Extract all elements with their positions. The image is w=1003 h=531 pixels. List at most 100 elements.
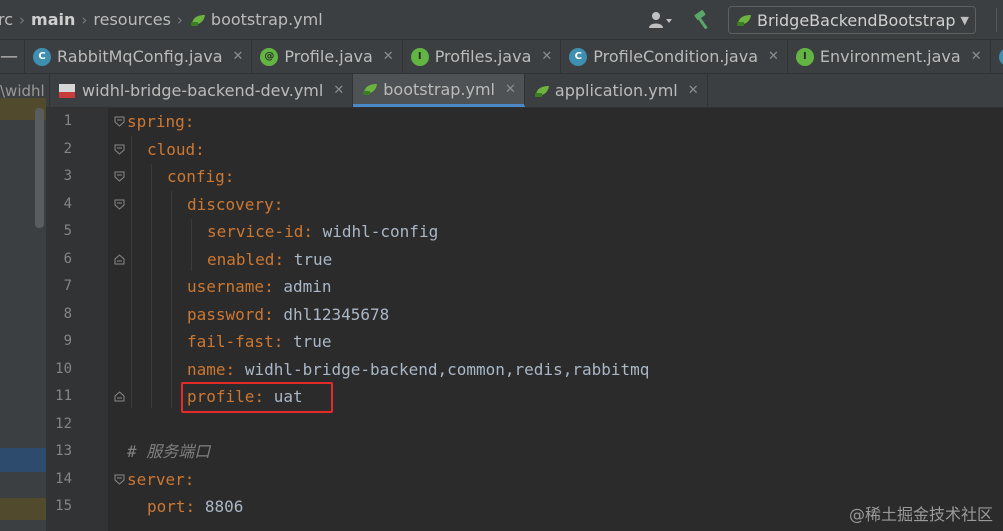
spring-leaf-icon xyxy=(534,85,549,97)
close-icon[interactable]: ✕ xyxy=(688,83,699,98)
yaml-colon: : xyxy=(224,167,235,186)
line-number: 5 xyxy=(63,223,72,239)
fold-close-icon[interactable] xyxy=(114,391,125,402)
yaml-key: enabled xyxy=(207,249,275,269)
breadcrumb-item-main[interactable]: main xyxy=(31,10,75,29)
close-icon[interactable]: ✕ xyxy=(768,49,779,64)
fold-open-icon[interactable] xyxy=(114,199,125,210)
tab-profilecondition[interactable]: C ProfileCondition.java ✕ xyxy=(561,40,788,73)
code-line: # 服务端口 xyxy=(127,438,210,466)
fold-open-icon[interactable] xyxy=(114,116,125,127)
fold-open-icon[interactable] xyxy=(114,144,125,155)
build-hammer-icon[interactable] xyxy=(692,9,714,31)
line-number: 7 xyxy=(63,278,72,294)
tab-label: ProfileCondition.java xyxy=(593,47,759,66)
close-icon[interactable]: ✕ xyxy=(971,49,982,64)
breadcrumb-item-file[interactable]: bootstrap.yml xyxy=(211,10,323,29)
yaml-colon: : xyxy=(264,277,274,296)
watermark: @稀土掘金技术社区 xyxy=(848,505,993,524)
line-number: 13 xyxy=(55,443,72,459)
hide-panel-button[interactable]: — xyxy=(0,40,25,73)
breadcrumb-separator: › xyxy=(19,10,26,29)
line-number: 9 xyxy=(63,333,72,349)
yaml-value: admin xyxy=(283,277,332,296)
close-icon[interactable]: ✕ xyxy=(383,49,394,64)
project-row-highlight xyxy=(0,498,46,520)
yaml-colon: : xyxy=(184,469,195,489)
tab-bootstrap[interactable]: bootstrap.yml ✕ xyxy=(353,74,525,107)
annotation-icon: @ xyxy=(260,47,279,66)
editor-tabs-row-1: — C RabbitMqConfig.java ✕ @ Profile.java… xyxy=(0,40,1003,74)
yaml-value: 8806 xyxy=(204,497,244,516)
tab-application[interactable]: application.yml ✕ xyxy=(525,74,708,107)
yaml-key: spring xyxy=(127,112,185,131)
line-number: 15 xyxy=(55,498,72,514)
fold-open-icon[interactable] xyxy=(114,474,125,485)
code-line: spring: xyxy=(127,108,194,136)
yaml-value: widhl-config xyxy=(322,222,439,241)
yaml-colon: : xyxy=(225,359,236,379)
editor-tabs-row-2: \widhl widhl-bridge-backend-dev.yml ✕ bo… xyxy=(0,74,1003,108)
line-number: 3 xyxy=(63,168,72,184)
line-number: 10 xyxy=(55,360,72,377)
close-icon[interactable]: ✕ xyxy=(541,49,552,64)
tab-label: RabbitMqConfig.java xyxy=(57,47,223,66)
yaml-key: port xyxy=(147,497,186,516)
tab-rabbitmqconfig[interactable]: C RabbitMqConfig.java ✕ xyxy=(25,40,253,73)
tab-profiles[interactable]: I Profiles.java ✕ xyxy=(403,40,562,73)
tab-label: Environment.java xyxy=(819,47,961,66)
yaml-key: username xyxy=(187,277,265,296)
code-line: cloud: xyxy=(147,136,205,164)
line-number: 6 xyxy=(63,250,72,267)
tab-ab[interactable]: C Ab xyxy=(991,40,1003,73)
tab-label: application.yml xyxy=(554,81,678,100)
code-comment: # 服务端口 xyxy=(127,442,211,461)
line-number: 1 xyxy=(63,113,72,129)
yaml-value: widhl-bridge-backend,common,redis,rabbit… xyxy=(244,359,650,379)
line-number: 12 xyxy=(55,415,72,432)
yaml-colon: : xyxy=(273,332,284,351)
code-line: config: xyxy=(167,163,234,191)
breadcrumb-item-src[interactable]: rc xyxy=(0,10,13,29)
close-icon[interactable]: ✕ xyxy=(333,83,344,98)
line-number: 2 xyxy=(63,140,72,157)
close-icon[interactable]: ✕ xyxy=(505,82,516,97)
code-line: enabled: true xyxy=(207,246,332,274)
project-row-selected[interactable] xyxy=(0,448,46,472)
tab-label: Profiles.java xyxy=(434,47,532,66)
divider xyxy=(996,8,997,32)
yaml-key: discovery xyxy=(187,194,274,214)
tab-label: Profile.java xyxy=(284,47,373,66)
yaml-key: config xyxy=(167,167,225,186)
navigation-bar: rc › main › resources › bootstrap.yml Br… xyxy=(0,0,1003,40)
tab-widhl-bridge-backend-dev[interactable]: widhl-bridge-backend-dev.yml ✕ xyxy=(50,74,354,107)
breadcrumb: rc › main › resources › bootstrap.yml xyxy=(0,0,323,40)
code-line: username: admin xyxy=(187,273,332,301)
tab-label: bootstrap.yml xyxy=(383,79,495,99)
run-configuration-select[interactable]: BridgeBackendBootstrap ▼ xyxy=(728,6,976,34)
fold-close-icon[interactable] xyxy=(114,253,125,265)
interface-icon: I xyxy=(795,47,814,66)
toolbar-right: BridgeBackendBootstrap ▼ xyxy=(646,0,1003,40)
code-line: server: xyxy=(127,466,194,494)
yaml-colon: : xyxy=(264,304,274,324)
close-icon[interactable]: ✕ xyxy=(233,49,244,64)
yaml-colon: : xyxy=(274,249,285,269)
indent-guide xyxy=(171,191,172,408)
code-line: name: widhl-bridge-backend,common,redis,… xyxy=(187,356,649,384)
indent-guide xyxy=(131,136,132,408)
yaml-colon: : xyxy=(303,222,313,241)
tab-environment[interactable]: I Environment.java ✕ xyxy=(788,40,991,73)
user-account-icon[interactable] xyxy=(646,9,676,31)
tab-profile[interactable]: @ Profile.java ✕ xyxy=(252,40,403,73)
fold-open-icon[interactable] xyxy=(114,171,125,182)
yaml-key: cloud xyxy=(147,139,196,159)
project-scrollbar[interactable] xyxy=(35,108,44,228)
run-configuration-label: BridgeBackendBootstrap xyxy=(757,10,956,30)
yaml-key: fail-fast xyxy=(187,332,274,351)
spring-leaf-icon xyxy=(363,84,378,95)
yaml-key: service-id xyxy=(207,222,304,241)
line-number: 14 xyxy=(55,470,72,487)
indent-guide xyxy=(151,164,152,408)
breadcrumb-item-resources[interactable]: resources xyxy=(93,10,171,29)
